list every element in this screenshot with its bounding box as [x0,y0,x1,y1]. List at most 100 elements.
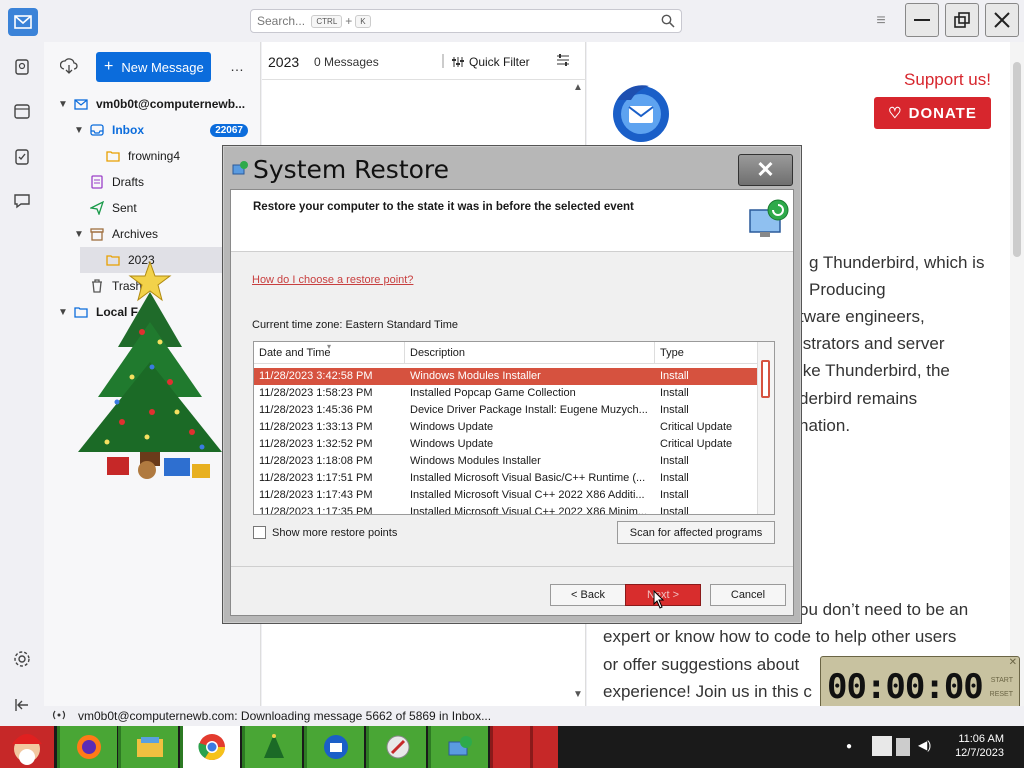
system-tray: ● ◀) 11:06 AM 12/7/2023 [846,726,1024,768]
message-count: 0 Messages [314,55,379,69]
new-message-button[interactable]: + New Message [96,52,211,82]
scrollbar-thumb[interactable] [1013,62,1021,257]
table-row[interactable]: 11/28/2023 1:45:36 PM Device Driver Packa… [254,402,758,419]
cell-date: 11/28/2023 1:32:52 PM [259,438,373,450]
inbox-label: Inbox [112,123,144,137]
timer-display: 00:00:00 [827,667,984,706]
cell-type: Install [660,455,689,467]
chevron-down-icon[interactable]: ▼ [58,99,68,110]
donate-button[interactable]: ♡ DONATE [874,97,991,129]
collapse-spaces-icon[interactable] [9,692,35,718]
restore-point-help-link[interactable]: How do I choose a restore point? [252,274,413,286]
timer-gadget[interactable]: 00:00:00 START RESET ✕ [820,656,1020,706]
taskbar-firefox[interactable] [57,726,117,768]
new-message-label: New Message [121,59,204,75]
taskbar-system-restore[interactable] [428,726,488,768]
cell-type: Install [660,506,689,515]
table-row[interactable]: 11/28/2023 1:17:51 PM Installed Microsoft… [254,470,758,487]
donate-label: DONATE [908,104,977,122]
taskbar-explorer[interactable] [118,726,178,768]
spaces-toolbar [0,42,44,711]
folder-explorer-icon [136,737,163,757]
scroll-up-icon[interactable]: ▲ [573,82,583,93]
body-text-line: Producing [809,280,886,299]
back-button[interactable]: < Back [550,584,626,606]
reading-pane-scrollbar[interactable] [1010,42,1024,706]
checkbox-box[interactable] [253,526,266,539]
taskbar-app[interactable] [366,726,426,768]
clock-date: 12/7/2023 [955,747,1004,759]
chevron-down-icon[interactable]: ▼ [74,125,84,136]
volume-icon[interactable]: ◀) [918,738,931,752]
online-status-icon[interactable] [52,709,66,724]
action-center-icon[interactable] [872,736,892,756]
timer-start-button[interactable]: START [991,677,1013,684]
table-row[interactable]: 11/28/2023 1:32:52 PM Windows Update Criti… [254,436,758,453]
network-icon[interactable] [896,738,910,756]
gadget-close-icon[interactable]: ✕ [1009,657,1017,668]
taskbar-christmas-tree[interactable] [242,726,302,768]
search-placeholder: Search... [257,14,306,28]
chrome-icon [197,734,225,761]
taskbar-chrome[interactable] [180,726,240,768]
column-type[interactable]: Type [655,342,758,364]
restore-points-table[interactable]: Date and Time Description Type ▾ 11/28/2… [253,341,775,515]
drafts-label: Drafts [112,175,145,189]
chat-icon[interactable] [9,188,35,214]
folder-inbox[interactable]: ▼ Inbox 22067 [44,117,261,143]
account-name: vm0b0t@computernewb... [96,97,246,111]
cell-type: Critical Update [660,438,733,450]
restore-computer-icon [749,199,789,237]
thunderbird-logo-icon [613,85,669,142]
mail-space-icon[interactable] [8,8,38,36]
table-row[interactable]: 11/28/2023 1:58:23 PM Installed Popcap Ga… [254,385,758,402]
folder-icon [106,151,120,162]
dialog-close-button[interactable]: ✕ [738,154,793,186]
minimize-button[interactable] [905,3,939,37]
timer-reset-button[interactable]: RESET [990,691,1013,698]
start-button[interactable] [0,726,54,768]
quick-filter-button[interactable]: Quick Filter [452,55,530,69]
search-icon[interactable] [661,14,675,31]
cell-description: Device Driver Package Install: Eugene Mu… [410,404,648,416]
table-scrollbar-thumb[interactable] [761,360,770,398]
table-scrollbar[interactable] [757,342,774,514]
archive-icon [90,228,104,241]
taskbar-thunderbird[interactable] [304,726,364,768]
christmas-tree-gadget[interactable] [52,252,242,492]
table-row[interactable]: 11/28/2023 1:17:35 PM Installed Microsoft… [254,504,758,515]
column-description[interactable]: Description [405,342,655,364]
status-bar: vm0b0t@computernewb.com: Downloading mes… [44,706,1024,726]
app-menu-icon[interactable]: ≡ [872,12,890,30]
taskbar-item-red[interactable] [490,726,530,768]
restore-button[interactable] [945,3,979,37]
close-window-button[interactable] [985,3,1019,37]
display-options-icon[interactable] [556,53,570,70]
table-row[interactable]: 11/28/2023 1:33:13 PM Windows Update Criti… [254,419,758,436]
scan-affected-programs-button[interactable]: Scan for affected programs [617,521,775,544]
get-messages-icon[interactable] [59,58,78,77]
show-more-restore-points-checkbox[interactable]: Show more restore points [253,526,397,539]
cancel-button[interactable]: Cancel [710,584,786,606]
more-options-icon[interactable]: … [230,58,244,74]
support-us-text: Support us! [904,70,991,89]
calendar-icon[interactable] [9,98,35,124]
address-book-icon[interactable] [9,54,35,80]
search-input[interactable]: Search... CTRL + K [250,9,682,33]
tasks-icon[interactable] [9,144,35,170]
scroll-down-icon[interactable]: ▼ [573,689,583,700]
cell-description: Windows Modules Installer [410,370,541,382]
table-row[interactable]: 11/28/2023 1:18:08 PM Windows Modules Ins… [254,453,758,470]
body-text-line: experience! Join us in this c [603,682,812,701]
taskbar-clock[interactable]: 11:06 AM 12/7/2023 [955,732,1004,760]
table-row[interactable]: 11/28/2023 3:42:58 PM Windows Modules Ins… [254,368,758,385]
chevron-down-icon[interactable]: ▼ [74,229,84,240]
tray-dot-icon[interactable]: ● [846,741,852,752]
table-row[interactable]: 11/28/2023 1:17:43 PM Installed Microsoft… [254,487,758,504]
cell-date: 11/28/2023 1:45:36 PM [259,404,373,416]
taskbar-item-red-2[interactable] [530,726,558,768]
account-row[interactable]: ▼ vm0b0t@computernewb... [44,91,261,117]
settings-gear-icon[interactable] [9,646,35,672]
clock-time: 11:06 AM [958,733,1004,745]
cell-description: Windows Modules Installer [410,455,541,467]
